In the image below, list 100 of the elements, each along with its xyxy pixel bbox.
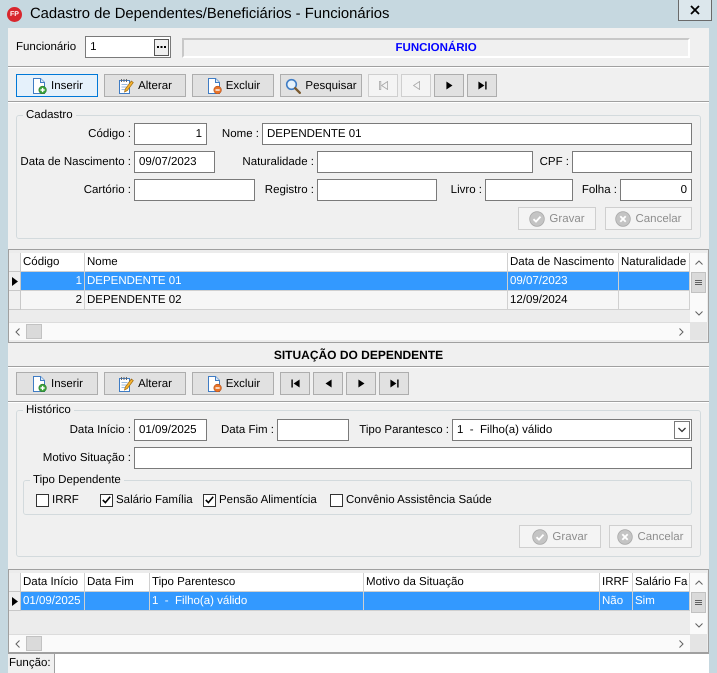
checkbox-label[interactable]: Salário Família [116,494,193,506]
field-label: Nome : [222,128,259,140]
name-display: FUNCIONÁRIO [182,38,690,58]
scrollbar-thumb[interactable] [691,592,706,613]
x-circle-icon [617,528,634,544]
status-label: Função: [8,656,52,671]
last-record-button[interactable] [467,74,497,97]
field-label: Data Início : [70,424,131,436]
triangle-right-icon [358,379,364,388]
row-indicator[interactable] [9,272,21,291]
table-cell: 2 [21,291,85,310]
next-record-button[interactable] [346,372,376,395]
checkbox-label[interactable]: Pensão Alimentícia [219,494,317,506]
table-cell: 1 - Filho(a) válido [150,592,364,611]
close-button[interactable] [678,0,712,21]
birth-date-field[interactable]: 09/07/2023 [134,151,215,173]
edit-button[interactable]: Alterar [104,74,186,97]
document-minus-icon [206,78,222,94]
chevron-up-icon[interactable] [694,260,702,265]
delete-button[interactable]: Excluir [192,74,274,97]
table-cell: Não [600,592,633,611]
skip-to-end-icon [390,379,398,388]
checkbox-label[interactable]: Convênio Assistência Saúde [346,494,492,506]
record-field[interactable] [317,179,437,201]
close-icon [690,5,700,15]
checkbox-label[interactable]: IRRF [52,494,79,506]
notepad-pencil-icon [118,376,134,392]
chevron-left-icon[interactable] [15,328,20,336]
document-plus-icon [31,78,48,94]
skip-to-end-icon [478,81,486,90]
group-title: Histórico [25,403,72,417]
triangle-left-icon [324,379,332,388]
check-icon [102,496,111,504]
chevron-up-icon[interactable] [694,580,702,585]
vertical-scrollbar[interactable] [690,253,707,322]
scrollbar-thumb[interactable] [26,636,42,651]
field-label: Folha : [582,184,617,196]
chevron-left-icon[interactable] [15,640,20,648]
chevron-down-icon[interactable] [694,623,702,628]
field-label: Registro : [264,184,314,196]
checkbox[interactable] [203,494,216,506]
cpf-field[interactable] [572,151,692,173]
checkbox[interactable] [100,494,113,506]
document-minus-icon [206,376,222,392]
chevron-right-icon[interactable] [679,328,684,336]
window-title: Cadastro de Dependentes/Beneficiários - Funcionários [30,5,390,24]
row-pointer-icon [12,596,18,606]
last-record-button[interactable] [379,372,409,395]
table-cell [85,592,150,611]
group-title: Tipo Dependente [32,473,122,487]
vertical-scrollbar[interactable] [690,573,707,634]
insert-button[interactable]: Inserir [16,74,98,97]
previous-record-button[interactable] [313,372,343,395]
search-button[interactable]: Pesquisar [280,74,362,97]
lookup-button[interactable] [154,38,170,56]
page-field[interactable]: 0 [620,179,692,201]
table-cell: DEPENDENTE 02 [85,291,508,310]
edit-button[interactable]: Alterar [104,372,186,395]
birthplace-field[interactable] [317,151,533,173]
notepad-pencil-icon [118,78,134,94]
triangle-left-icon [412,81,420,90]
start-date-field[interactable]: 01/09/2025 [134,419,207,441]
insert-button[interactable]: Inserir [16,372,98,395]
scrollbar-thumb[interactable] [26,324,42,339]
reason-field[interactable] [134,447,692,469]
field-label: Naturalidade : [242,156,314,168]
field-label: Tipo Parantesco : [359,424,449,436]
horizontal-scrollbar[interactable] [9,634,690,652]
horizontal-scrollbar[interactable] [9,322,690,340]
dropdown[interactable]: 1 - Filho(a) válido [452,419,692,441]
name-field[interactable]: DEPENDENTE 01 [262,123,692,145]
registry-office-field[interactable] [134,179,255,201]
row-pointer-icon [12,276,18,286]
delete-button[interactable]: Excluir [192,372,274,395]
field-label: Motivo Situação : [42,452,131,464]
end-date-field[interactable] [277,419,349,441]
chevron-down-icon[interactable] [694,311,702,316]
field-label: Cartório : [84,184,131,196]
chevron-down-icon[interactable] [674,421,690,439]
chevron-right-icon[interactable] [679,640,684,648]
field-label: Data Fim : [220,424,274,436]
code-field[interactable]: 1 [134,123,207,145]
checkbox[interactable] [36,494,49,506]
field-label: Data de Nascimento : [20,156,131,168]
document-plus-icon [31,376,48,392]
skip-to-start-icon [290,379,300,388]
checkbox[interactable] [330,494,343,506]
x-circle-icon [615,210,632,226]
scrollbar-thumb[interactable] [691,272,706,293]
employee-field[interactable]: 1 [85,36,172,58]
book-field[interactable] [485,179,573,201]
table-row[interactable]: 2 DEPENDENTE 02 12/09/2024 [9,291,690,310]
check-icon [205,496,214,504]
skip-to-start-icon [378,81,388,90]
row-indicator[interactable] [9,592,21,611]
field-label: CPF : [540,156,569,168]
next-record-button[interactable] [434,74,464,97]
first-record-button[interactable] [280,372,310,395]
section-title: SITUAÇÃO DO DEPENDENTE [274,348,444,362]
triangle-right-icon [446,81,452,90]
